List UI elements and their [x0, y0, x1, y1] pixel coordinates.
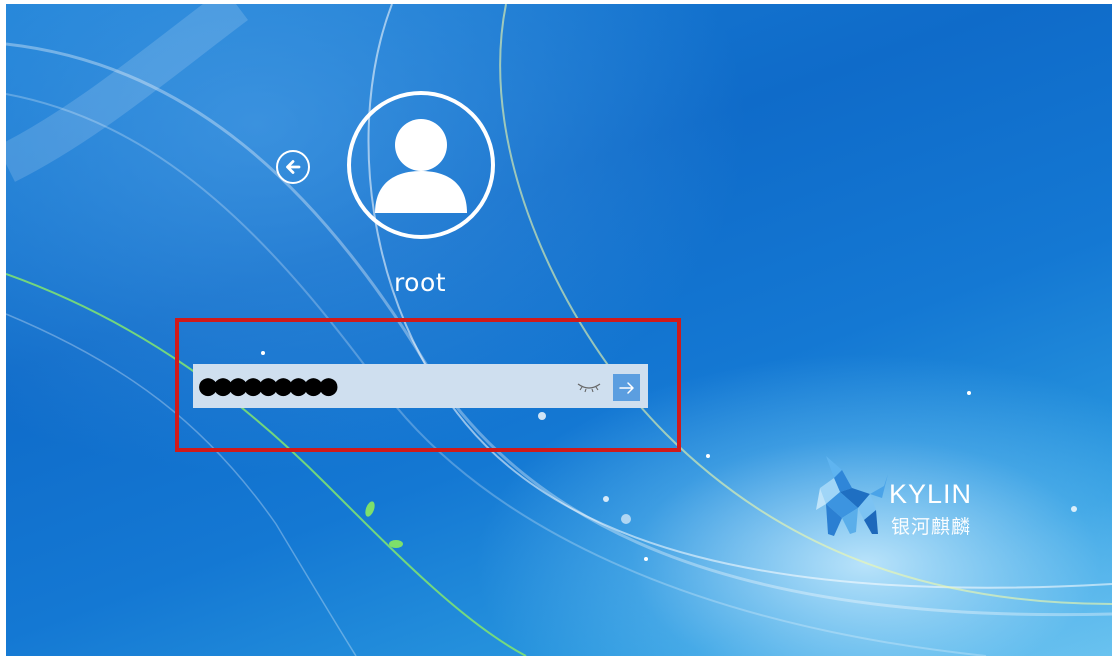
password-field-container — [193, 364, 648, 408]
kylin-unicorn-logo-icon — [816, 456, 888, 536]
arrow-left-circle-icon — [286, 160, 301, 174]
login-submit-button[interactable] — [613, 374, 640, 401]
username-label: root — [393, 268, 447, 297]
back-button[interactable] — [276, 150, 310, 184]
login-screen: root KYLIN — [6, 4, 1112, 656]
kylin-english-name: KYLIN — [889, 479, 973, 509]
kylin-chinese-name: 银河麒麟 — [891, 516, 972, 538]
user-silhouette-icon — [375, 119, 467, 213]
kylin-brand-logo: KYLIN 银河麒麟 — [812, 448, 1012, 548]
closed-eye-icon — [577, 383, 601, 393]
toggle-password-visibility-button[interactable] — [574, 375, 604, 397]
arrow-right-icon — [618, 381, 634, 394]
user-avatar — [347, 91, 495, 239]
password-input[interactable] — [193, 364, 573, 408]
